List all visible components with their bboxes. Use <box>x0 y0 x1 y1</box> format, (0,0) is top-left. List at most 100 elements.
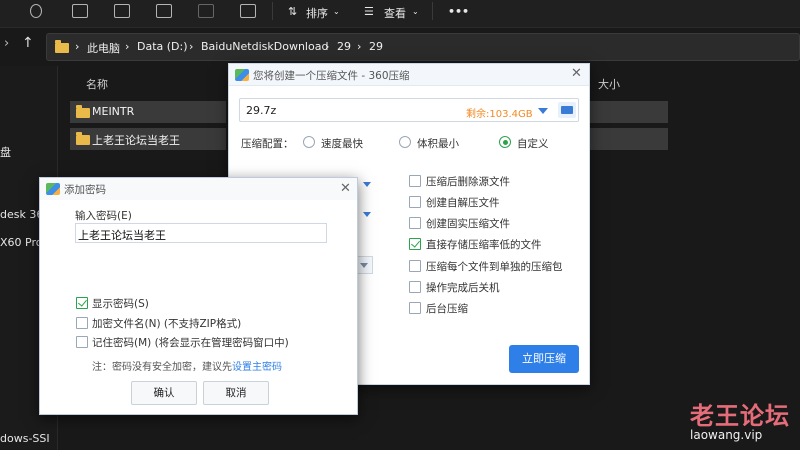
checkbox-shutdown-label[interactable]: 操作完成后关机 <box>426 280 500 295</box>
archive-path-value: 29.7z <box>246 104 277 117</box>
nav-item-drive[interactable]: 盘 <box>0 144 11 160</box>
cancel-button[interactable]: 取消 <box>203 381 269 405</box>
more-button[interactable]: ••• <box>448 5 469 18</box>
browse-folder-button[interactable] <box>558 102 576 118</box>
chevron-down-icon <box>360 263 368 268</box>
breadcrumb-chevron-icon: › <box>357 40 362 53</box>
breadcrumb-chevron-icon: › <box>75 40 80 53</box>
file-row[interactable]: 上老王论坛当老王 <box>70 128 226 150</box>
close-icon[interactable]: ✕ <box>571 66 582 81</box>
column-header-name[interactable]: 名称 <box>86 76 108 92</box>
checkbox-self-extract[interactable] <box>409 196 421 208</box>
view-button[interactable]: 查看 <box>384 5 406 21</box>
rename-icon[interactable] <box>156 4 172 18</box>
sort-button[interactable]: 排序 <box>306 5 328 21</box>
set-master-password-link[interactable]: 设置主密码 <box>232 362 282 373</box>
up-arrow-icon[interactable]: ↑ <box>22 35 34 51</box>
checkbox-delete-source[interactable] <box>409 175 421 187</box>
breadcrumb-current[interactable]: 29 <box>369 40 383 53</box>
radio-fastest[interactable] <box>303 136 315 148</box>
view-icon: ☰ <box>364 5 374 18</box>
security-note-text: 注：密码没有安全加密，建议先 <box>92 362 232 373</box>
radio-fastest-label[interactable]: 速度最快 <box>321 136 363 151</box>
password-input-value: 上老王论坛当老王 <box>78 229 166 242</box>
dialog-title: 添加密码 <box>64 184 106 196</box>
radio-smallest-label[interactable]: 体积最小 <box>417 136 459 151</box>
checkbox-show-password[interactable] <box>76 297 88 309</box>
password-input-label: 输入密码(E) <box>75 210 132 222</box>
breadcrumb-subfolder[interactable]: 29 <box>337 40 351 53</box>
checkbox-separate-archives[interactable] <box>409 260 421 272</box>
ok-button[interactable]: 确认 <box>131 381 197 405</box>
checkbox-background[interactable] <box>409 302 421 314</box>
nav-item-windows[interactable]: dows-SSI <box>0 432 50 445</box>
config-label: 压缩配置： <box>241 138 294 150</box>
checkbox-self-extract-label[interactable]: 创建自解压文件 <box>426 195 500 210</box>
breadcrumb-chevron-icon: › <box>325 40 330 53</box>
toolbar-divider <box>272 2 273 20</box>
radio-custom-label[interactable]: 自定义 <box>517 136 549 151</box>
password-input[interactable]: 上老王论坛当老王 <box>75 223 327 243</box>
nav-chevron-icon[interactable]: › <box>4 36 9 51</box>
delete-icon[interactable] <box>240 4 256 18</box>
checkbox-store-low-ratio[interactable] <box>409 238 421 250</box>
folder-icon <box>76 132 90 145</box>
paste-icon[interactable] <box>114 4 130 18</box>
chevron-down-icon[interactable] <box>363 212 371 217</box>
nav-item-phone[interactable]: X60 Pro <box>0 236 42 249</box>
address-row: › ↑ › 此电脑 › Data (D:) › BaiduNetdiskDown… <box>0 30 800 64</box>
checkbox-encrypt-filenames-label[interactable]: 加密文件名(N) (不支持ZIP格式) <box>92 316 241 331</box>
app-icon <box>235 69 249 81</box>
password-dialog: 添加密码 ✕ 输入密码(E) 上老王论坛当老王 显示密码(S) 加密文件名(N)… <box>39 177 358 415</box>
watermark-title: 老王论坛 <box>690 402 790 430</box>
security-note: 注：密码没有安全加密，建议先设置主密码 <box>92 358 282 373</box>
file-name: 上老王论坛当老王 <box>92 134 180 147</box>
free-space-label: 剩余:103.4GB <box>466 109 533 120</box>
screen: ⇅ 排序 ⌄ ☰ 查看 ⌄ ••• › ↑ › 此电脑 › Data (D:) … <box>0 0 800 450</box>
cut-icon[interactable] <box>30 4 42 18</box>
view-chevron-icon: ⌄ <box>412 7 419 16</box>
breadcrumb-drive[interactable]: Data (D:) <box>137 40 188 53</box>
chevron-down-icon[interactable] <box>363 182 371 187</box>
radio-smallest[interactable] <box>399 136 411 148</box>
breadcrumb-chevron-icon: › <box>189 40 194 53</box>
app-icon <box>46 183 60 195</box>
file-row-size-cell[interactable] <box>590 128 668 150</box>
radio-custom[interactable] <box>499 136 511 148</box>
address-bar[interactable]: › 此电脑 › Data (D:) › BaiduNetdiskDownload… <box>46 33 800 61</box>
checkbox-shutdown[interactable] <box>409 281 421 293</box>
column-header-size[interactable]: 大小 <box>598 76 620 92</box>
toolbar-divider <box>432 2 433 20</box>
dialog-titlebar: 您将创建一个压缩文件 - 360压缩 ✕ <box>229 64 589 86</box>
checkbox-remember-password-label[interactable]: 记住密码(M) (将会显示在管理密码窗口中) <box>92 335 289 350</box>
dialog-titlebar: 添加密码 ✕ <box>40 178 357 200</box>
checkbox-delete-source-label[interactable]: 压缩后删除源文件 <box>426 174 510 189</box>
file-row-size-cell[interactable] <box>590 101 668 123</box>
folder-icon <box>76 105 90 118</box>
checkbox-store-low-ratio-label[interactable]: 直接存储压缩率低的文件 <box>426 237 542 252</box>
checkbox-solid-label[interactable]: 创建固实压缩文件 <box>426 216 510 231</box>
checkbox-encrypt-filenames[interactable] <box>76 317 88 329</box>
copy-icon[interactable] <box>72 4 88 18</box>
archive-path-field[interactable]: 29.7z 剩余:103.4GB <box>239 98 579 122</box>
breadcrumb-folder[interactable]: BaiduNetdiskDownload <box>201 40 328 53</box>
chevron-down-icon[interactable] <box>538 108 548 114</box>
checkbox-show-password-label[interactable]: 显示密码(S) <box>92 296 149 311</box>
start-compress-button[interactable]: 立即压缩 <box>509 345 579 373</box>
breadcrumb-this-pc[interactable]: 此电脑 <box>87 40 120 56</box>
checkbox-background-label[interactable]: 后台压缩 <box>426 301 468 316</box>
breadcrumb-chevron-icon: › <box>125 40 130 53</box>
checkbox-solid[interactable] <box>409 217 421 229</box>
nav-item-desk[interactable]: desk 36 <box>0 208 43 221</box>
checkbox-separate-archives-label[interactable]: 压缩每个文件到单独的压缩包 <box>426 259 563 274</box>
close-icon[interactable]: ✕ <box>340 181 351 196</box>
file-row[interactable]: MEINTR <box>70 101 226 123</box>
explorer-toolbar: ⇅ 排序 ⌄ ☰ 查看 ⌄ ••• <box>0 0 800 28</box>
folder-icon <box>55 40 69 53</box>
sort-icon: ⇅ <box>288 5 298 18</box>
watermark-url: laowang.vip <box>690 428 763 442</box>
share-icon[interactable] <box>198 4 214 18</box>
dialog-title: 您将创建一个压缩文件 - 360压缩 <box>253 70 410 82</box>
checkbox-remember-password[interactable] <box>76 336 88 348</box>
file-name: MEINTR <box>92 105 135 118</box>
